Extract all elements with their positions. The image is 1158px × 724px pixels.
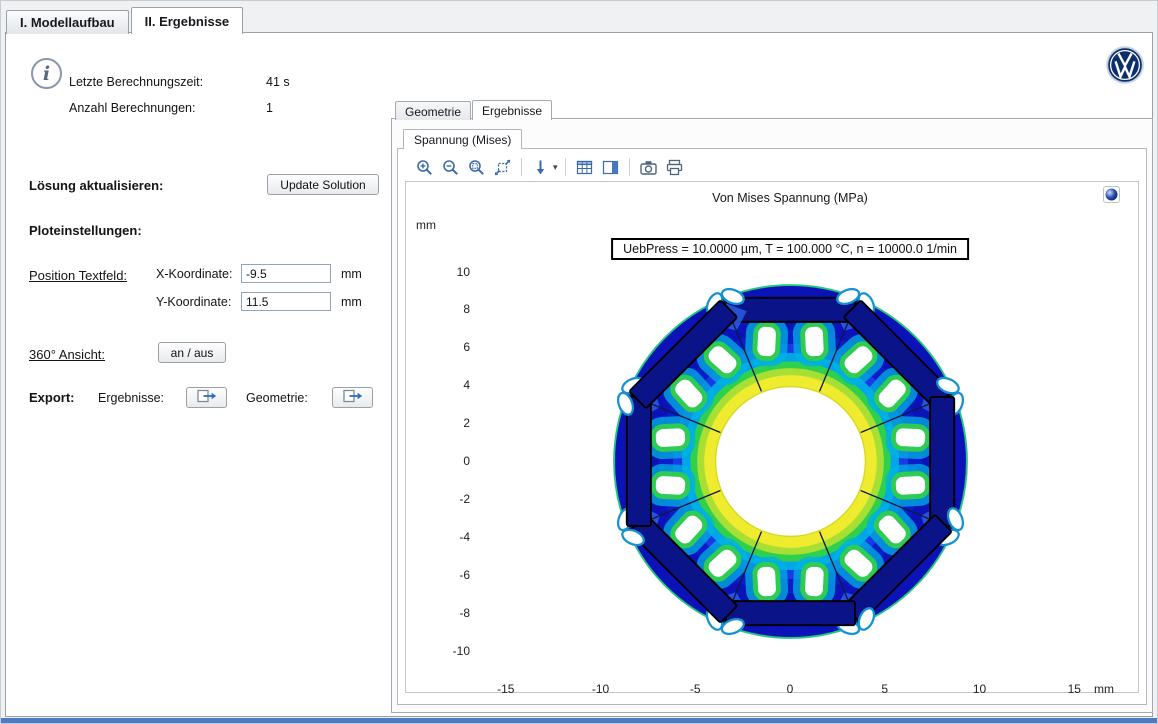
rotor-slot [890,420,932,455]
view-360-label: 360° Ansicht: [29,347,105,362]
export-icon [197,389,217,406]
zoom-in-icon[interactable] [413,156,436,179]
y-axis-unit: mm [416,218,436,232]
plot-canvas[interactable]: Von Mises Spannung (MPa) mm UebPress = 1… [405,181,1139,693]
x-coordinate-input[interactable] [241,264,331,283]
zoom-extents-icon[interactable] [491,156,514,179]
x-tick-label: -15 [497,682,514,696]
export-heading: Export: [29,390,75,405]
graphics-tab-geometrie[interactable]: Geometrie [395,101,471,120]
update-solution-button[interactable]: Update Solution [267,174,379,195]
y-tick-label: 10 [406,265,470,279]
window-bottom-border [1,718,1157,723]
graphics-tabbar: Geometrie Ergebnisse [395,100,553,120]
rotor-slot [797,561,832,603]
y-tick-label: 0 [406,454,470,468]
plot-settings-heading: Ploteinstellungen: [29,223,142,238]
position-textfield-label: Position Textfeld: [29,268,127,283]
export-results-button[interactable] [186,387,227,408]
plot-tab-spannung-mises[interactable]: Spannung (Mises) [403,129,522,149]
export-icon [343,389,363,406]
main-tabbar: I. Modellaufbau II. Ergebnisse [6,7,245,34]
x-tick-label: 10 [973,682,986,696]
y-coordinate-input[interactable] [241,292,331,311]
tab-ergebnisse[interactable]: II. Ergebnisse [131,7,244,34]
export-geometry-label: Geometrie: [246,391,308,405]
x-tick-label: -10 [592,682,609,696]
rotor-slot [797,321,832,363]
y-coordinate-unit: mm [341,295,362,309]
x-coordinate-unit: mm [341,267,362,281]
view-360-toggle-button[interactable]: an / aus [158,342,226,363]
rotor-slot [650,420,692,455]
y-tick-label: -10 [406,644,470,658]
export-results-label: Ergebnisse: [98,391,164,405]
zoom-selection-icon[interactable] [465,156,488,179]
computation-count-label: Anzahl Berechnungen: [69,101,195,115]
x-tick-label: 15 [1068,682,1081,696]
print-icon[interactable] [663,156,686,179]
chevron-down-icon[interactable]: ▾ [553,162,558,173]
rotor-slot [890,468,932,503]
y-tick-label: 8 [406,302,470,316]
x-axis-unit: mm [1094,682,1114,696]
color-legend-icon[interactable] [599,156,622,179]
last-computation-label: Letzte Berechnungszeit: [69,75,203,89]
app-window: I. Modellaufbau II. Ergebnisse i Letzte … [0,0,1158,724]
rotor-slot [650,468,692,503]
x-tick-label: 5 [881,682,888,696]
x-tick-label: 0 [787,682,794,696]
rotor-stress-field [609,280,973,644]
rotor-slot [749,321,784,363]
plot-annotation: UebPress = 10.0000 µm, T = 100.000 °C, n… [611,238,969,260]
y-tick-label: 2 [406,416,470,430]
motor-cross-section [597,268,984,655]
scene-icon[interactable] [1103,186,1120,203]
export-geometry-button[interactable] [332,387,373,408]
info-glyph: i [43,63,50,85]
graphics-toolbar: ▾ [413,155,686,179]
y-tick-label: 6 [406,340,470,354]
y-tick-label: 4 [406,378,470,392]
plot-title: Von Mises Spannung (MPa) [712,191,868,205]
tab-modellaufbau[interactable]: I. Modellaufbau [6,10,129,34]
shaft-bore [716,387,866,537]
update-solution-heading: Lösung aktualisieren: [29,178,163,193]
info-icon: i [31,58,62,89]
vw-logo-icon [1105,45,1145,85]
rotor-slot [749,561,784,603]
y-tick-label: -2 [406,492,470,506]
graphics-tab-ergebnisse[interactable]: Ergebnisse [472,100,552,120]
zoom-out-icon[interactable] [439,156,462,179]
toolbar-separator [565,158,566,176]
x-tick-label: -5 [690,682,701,696]
toolbar-separator [629,158,630,176]
y-coordinate-label: Y-Koordinate: [156,295,231,309]
y-tick-label: -4 [406,530,470,544]
table-icon[interactable] [573,156,596,179]
toolbar-separator [521,158,522,176]
plot-arrow-icon[interactable] [529,156,552,179]
y-tick-label: -8 [406,606,470,620]
snapshot-camera-icon[interactable] [637,156,660,179]
y-tick-label: -6 [406,568,470,582]
x-coordinate-label: X-Koordinate: [156,267,232,281]
computation-count-value: 1 [266,101,273,115]
last-computation-value: 41 s [266,75,290,89]
